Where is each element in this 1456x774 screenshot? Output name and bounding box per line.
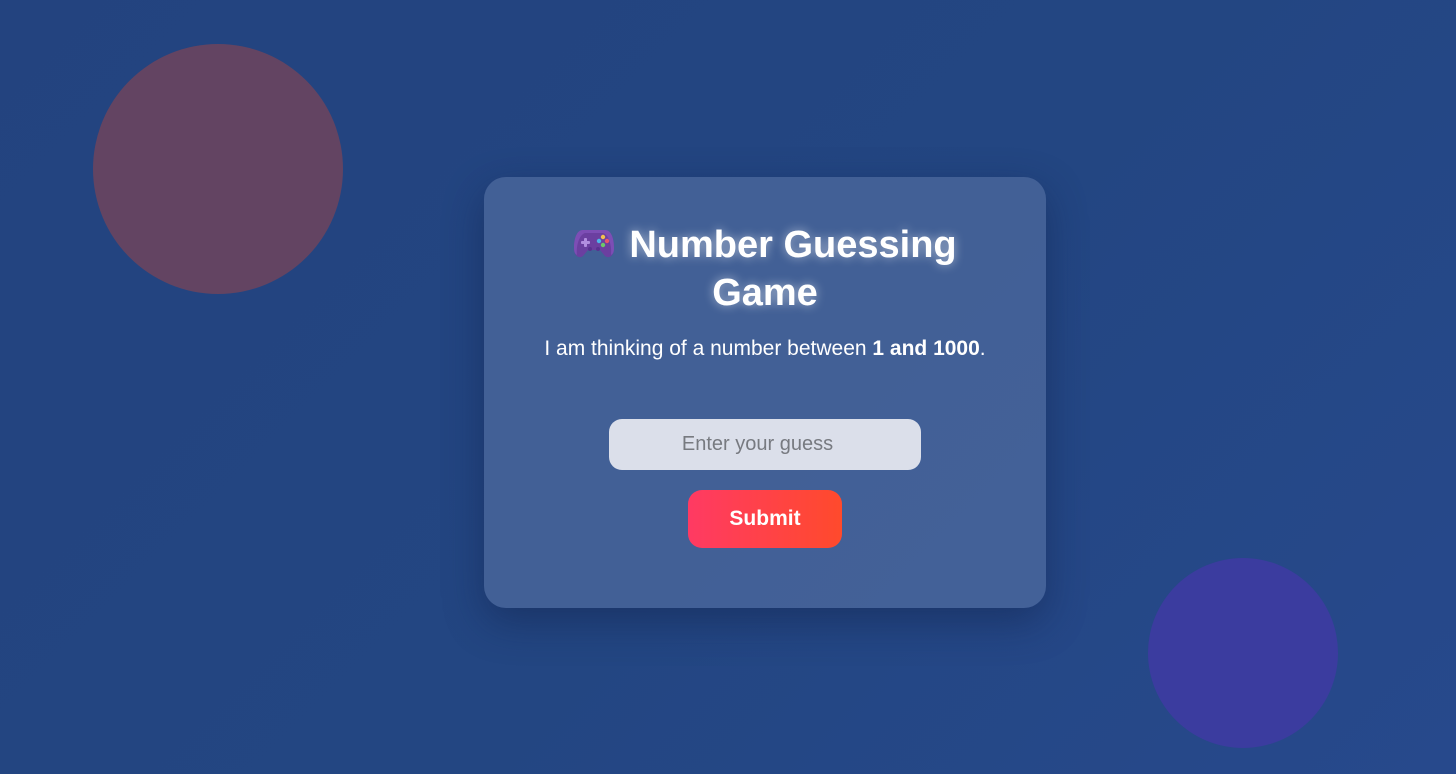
page-title: Number Guessing Game [484, 223, 1046, 316]
decorative-circle-purple [1148, 558, 1338, 748]
instructions-text: I am thinking of a number between 1 and … [544, 336, 986, 362]
game-card: Number Guessing Game I am thinking of a … [484, 177, 1046, 608]
submit-button[interactable]: Submit [688, 490, 842, 548]
title-text: Number Guessing Game [629, 224, 957, 314]
title-wrapper: Number Guessing Game [555, 223, 975, 316]
gamepad-icon [573, 226, 615, 271]
decorative-circle-pink [93, 44, 343, 294]
instructions-suffix: . [979, 337, 986, 360]
number-range: 1 and 1000 [872, 337, 980, 360]
instructions-prefix: I am thinking of a number between [544, 337, 873, 360]
guess-input[interactable] [609, 419, 921, 470]
